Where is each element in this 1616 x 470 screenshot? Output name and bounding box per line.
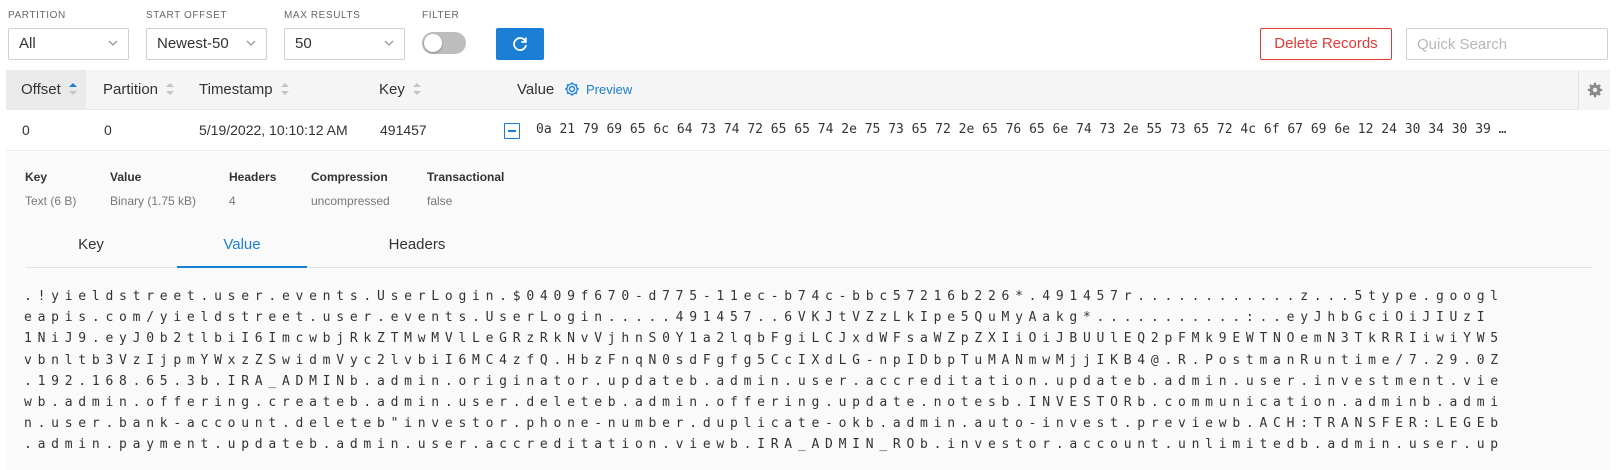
- column-header-timestamp-label: Timestamp: [199, 81, 273, 98]
- column-header-timestamp[interactable]: Timestamp: [199, 70, 289, 110]
- decoded-line: 1NiJ9.eyJ0b2tlbiI6ImcwbjRkZTMwMVlLeGRzRk…: [24, 331, 1504, 347]
- delete-records-button[interactable]: Delete Records: [1260, 28, 1392, 60]
- column-header-offset[interactable]: Offset: [6, 70, 86, 110]
- cell-key: 491457: [380, 122, 427, 138]
- meta-compression: Compression uncompressed: [311, 170, 390, 208]
- toggle-knob: [424, 34, 442, 52]
- meta-key: Key Text (6 B): [25, 170, 76, 208]
- decoded-line: .admin.payment.updateb.admin.user.accred…: [24, 437, 1504, 453]
- decoded-line: n.user.bank-account.deleteb"investor.pho…: [24, 416, 1504, 432]
- sort-icon: [166, 83, 175, 96]
- cell-value-hex: 0a 21 79 69 65 6c 64 73 74 72 65 65 74 2…: [536, 122, 1507, 137]
- filter-bar: PARTITION All START OFFSET Newest-50 MAX…: [8, 10, 1608, 62]
- chevron-down-icon: [108, 40, 118, 46]
- tab-headers[interactable]: Headers: [352, 232, 482, 268]
- partition-filter: PARTITION All: [8, 10, 129, 60]
- collapse-row-icon[interactable]: [504, 123, 520, 139]
- filter-toggle-group: FILTER: [422, 10, 466, 54]
- sort-icon: [412, 83, 421, 96]
- table-row[interactable]: 0 0 5/19/2022, 10:10:12 AM 491457 0a 21 …: [6, 111, 1610, 151]
- gear-icon: [1587, 82, 1603, 98]
- chevron-down-icon: [384, 40, 394, 46]
- column-settings-button[interactable]: [1578, 70, 1610, 110]
- meta-headers-label: Headers: [229, 170, 277, 184]
- column-header-offset-label: Offset: [21, 81, 61, 98]
- column-header-value: Value: [517, 70, 554, 110]
- max-results-filter: MAX RESULTS 50: [284, 10, 405, 60]
- start-offset-filter: START OFFSET Newest-50: [146, 10, 267, 60]
- cell-offset: 0: [22, 122, 30, 138]
- max-results-select[interactable]: 50: [284, 28, 405, 60]
- preview-label: Preview: [586, 82, 633, 97]
- meta-value-value: Binary (1.75 kB): [110, 194, 197, 208]
- partition-label: PARTITION: [8, 10, 66, 21]
- start-offset-select[interactable]: Newest-50: [146, 28, 267, 60]
- meta-key-label: Key: [25, 170, 48, 184]
- meta-compression-label: Compression: [311, 170, 388, 184]
- decoded-line: .192.168.65.3b.IRA_ADMINb.admin.originat…: [24, 373, 1504, 389]
- meta-transactional-value: false: [427, 194, 453, 208]
- max-results-label: MAX RESULTS: [284, 10, 361, 21]
- meta-transactional-label: Transactional: [427, 170, 505, 184]
- meta-key-value: Text (6 B): [25, 194, 77, 208]
- chevron-down-icon: [246, 40, 256, 46]
- meta-compression-value: uncompressed: [311, 194, 390, 208]
- column-header-key-label: Key: [379, 81, 405, 98]
- decoded-line: eapis.com/yieldstreet.user.events.UserLo…: [24, 310, 1491, 326]
- sort-icon: [68, 83, 77, 96]
- partition-select-value: All: [19, 35, 36, 52]
- tab-key[interactable]: Key: [26, 232, 156, 268]
- decoded-line: .!yieldstreet.user.events.UserLogin.$040…: [24, 289, 1504, 304]
- meta-value-label: Value: [110, 170, 142, 184]
- sort-icon: [280, 83, 289, 96]
- column-header-value-label: Value: [517, 81, 555, 98]
- cell-partition: 0: [104, 122, 112, 138]
- meta-value: Value Binary (1.75 kB): [110, 170, 196, 208]
- preview-button[interactable]: Preview: [565, 70, 633, 110]
- meta-headers: Headers 4: [229, 170, 276, 208]
- refresh-icon: [513, 37, 527, 51]
- start-offset-label: START OFFSET: [146, 10, 228, 21]
- tab-value[interactable]: Value: [177, 232, 307, 268]
- filter-label: FILTER: [422, 10, 460, 21]
- column-header-partition-label: Partition: [103, 81, 159, 98]
- filter-toggle[interactable]: [422, 32, 466, 54]
- settings-icon: [565, 82, 579, 96]
- start-offset-select-value: Newest-50: [157, 35, 229, 52]
- table-header: Offset Partition Timestamp Key Value Pre…: [6, 70, 1610, 110]
- quick-search-input[interactable]: [1406, 28, 1608, 60]
- detail-tabs: Key Value Headers: [26, 232, 1592, 268]
- expanded-row-details: Key Text (6 B) Value Binary (1.75 kB) He…: [6, 152, 1610, 470]
- column-header-key[interactable]: Key: [379, 70, 421, 110]
- refresh-button[interactable]: [496, 28, 544, 60]
- meta-transactional: Transactional false: [427, 170, 504, 208]
- max-results-select-value: 50: [295, 35, 312, 52]
- partition-select[interactable]: All: [8, 28, 129, 60]
- cell-timestamp: 5/19/2022, 10:10:12 AM: [199, 122, 348, 138]
- decoded-line: vbnltb3VzIjpmYWxzZSwidmVyc2lvbiI6MC4zfQ.…: [24, 352, 1504, 368]
- meta-headers-value: 4: [229, 194, 236, 208]
- decoded-line: wb.admin.offering.createb.admin.user.del…: [24, 394, 1504, 410]
- column-header-partition[interactable]: Partition: [103, 70, 175, 110]
- decoded-value-text: .!yieldstreet.user.events.UserLogin.$040…: [24, 286, 1584, 456]
